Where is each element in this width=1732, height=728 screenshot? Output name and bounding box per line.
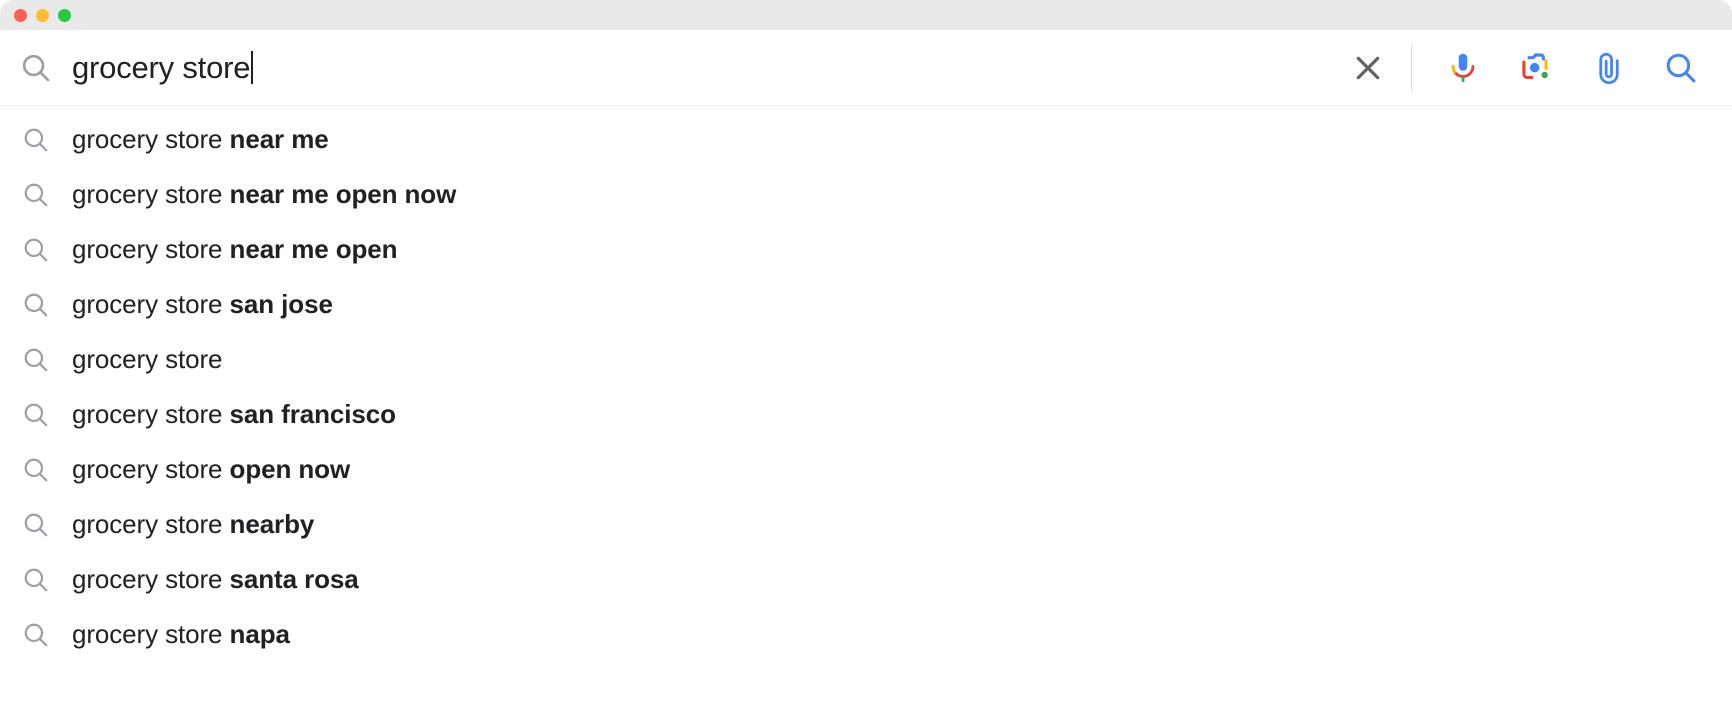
search-input[interactable]: grocery store xyxy=(72,30,1337,105)
search-icon xyxy=(0,400,72,430)
suggestion-label: grocery store near me open now xyxy=(72,179,456,210)
suggestion-completion: santa rosa xyxy=(229,564,359,594)
suggestion-completion: san jose xyxy=(229,289,333,319)
suggestion-prefix: grocery store xyxy=(72,289,230,319)
search-icon xyxy=(0,180,72,210)
suggestion-label: grocery store san francisco xyxy=(72,399,396,430)
search-icon xyxy=(0,620,72,650)
suggestion-item[interactable]: grocery store near me xyxy=(0,112,1732,167)
suggestion-item[interactable]: grocery store santa rosa xyxy=(0,552,1732,607)
clear-icon[interactable] xyxy=(1337,37,1399,99)
suggestion-label: grocery store nearby xyxy=(72,509,314,540)
search-bar: grocery store xyxy=(0,30,1732,105)
suggestion-item[interactable]: grocery store san francisco xyxy=(0,387,1732,442)
window-title-bar xyxy=(0,0,1732,30)
suggestion-label: grocery store san jose xyxy=(72,289,333,320)
suggestion-item[interactable]: grocery store near me open xyxy=(0,222,1732,277)
suggestion-label: grocery store open now xyxy=(72,454,350,485)
suggestion-item[interactable]: grocery store near me open now xyxy=(0,167,1732,222)
suggestion-completion: nearby xyxy=(229,509,315,539)
suggestion-label: grocery store xyxy=(72,344,223,375)
suggestion-completion: san francisco xyxy=(229,399,396,429)
paperclip-icon[interactable] xyxy=(1580,39,1638,97)
suggestion-completion: near me open now xyxy=(229,179,457,209)
window-minimize-button[interactable] xyxy=(36,8,49,22)
suggestion-completion: near me open xyxy=(229,234,398,264)
text-caret xyxy=(251,51,254,84)
search-icon xyxy=(0,345,72,375)
suggestion-prefix: grocery store xyxy=(72,344,223,374)
microphone-icon[interactable] xyxy=(1434,39,1492,97)
search-icon xyxy=(0,51,72,85)
search-icon xyxy=(0,455,72,485)
suggestion-prefix: grocery store xyxy=(72,234,230,264)
search-icon xyxy=(0,510,72,540)
suggestion-prefix: grocery store xyxy=(72,124,230,154)
window-maximize-button[interactable] xyxy=(58,8,71,22)
suggestion-item[interactable]: grocery store open now xyxy=(0,442,1732,497)
suggestion-item[interactable]: grocery store san jose xyxy=(0,277,1732,332)
search-input-value: grocery store xyxy=(72,50,251,85)
suggestion-prefix: grocery store xyxy=(72,619,230,649)
window-close-button[interactable] xyxy=(14,8,27,22)
suggestion-item[interactable]: grocery store xyxy=(0,332,1732,387)
toolbar-divider xyxy=(1411,44,1412,91)
suggestion-label: grocery store santa rosa xyxy=(72,564,359,595)
search-icon xyxy=(0,565,72,595)
suggestion-prefix: grocery store xyxy=(72,564,230,594)
suggestion-completion: near me xyxy=(229,124,329,154)
suggestion-item[interactable]: grocery store nearby xyxy=(0,497,1732,552)
search-icon xyxy=(0,290,72,320)
search-icon xyxy=(0,235,72,265)
suggestion-list: grocery store near me grocery store near … xyxy=(0,106,1732,662)
suggestion-item[interactable]: grocery store napa xyxy=(0,607,1732,662)
google-lens-icon[interactable] xyxy=(1506,39,1564,97)
search-submit-icon[interactable] xyxy=(1652,39,1710,97)
suggestion-label: grocery store near me xyxy=(72,124,329,155)
suggestion-completion: open now xyxy=(229,454,351,484)
suggestion-label: grocery store napa xyxy=(72,619,290,650)
browser-window: grocery store grocery store near me groc… xyxy=(0,0,1732,728)
search-icon xyxy=(0,125,72,155)
suggestion-prefix: grocery store xyxy=(72,399,230,429)
suggestion-prefix: grocery store xyxy=(72,509,230,539)
suggestion-completion: napa xyxy=(229,619,290,649)
suggestion-label: grocery store near me open xyxy=(72,234,398,265)
suggestion-prefix: grocery store xyxy=(72,454,230,484)
suggestion-prefix: grocery store xyxy=(72,179,230,209)
